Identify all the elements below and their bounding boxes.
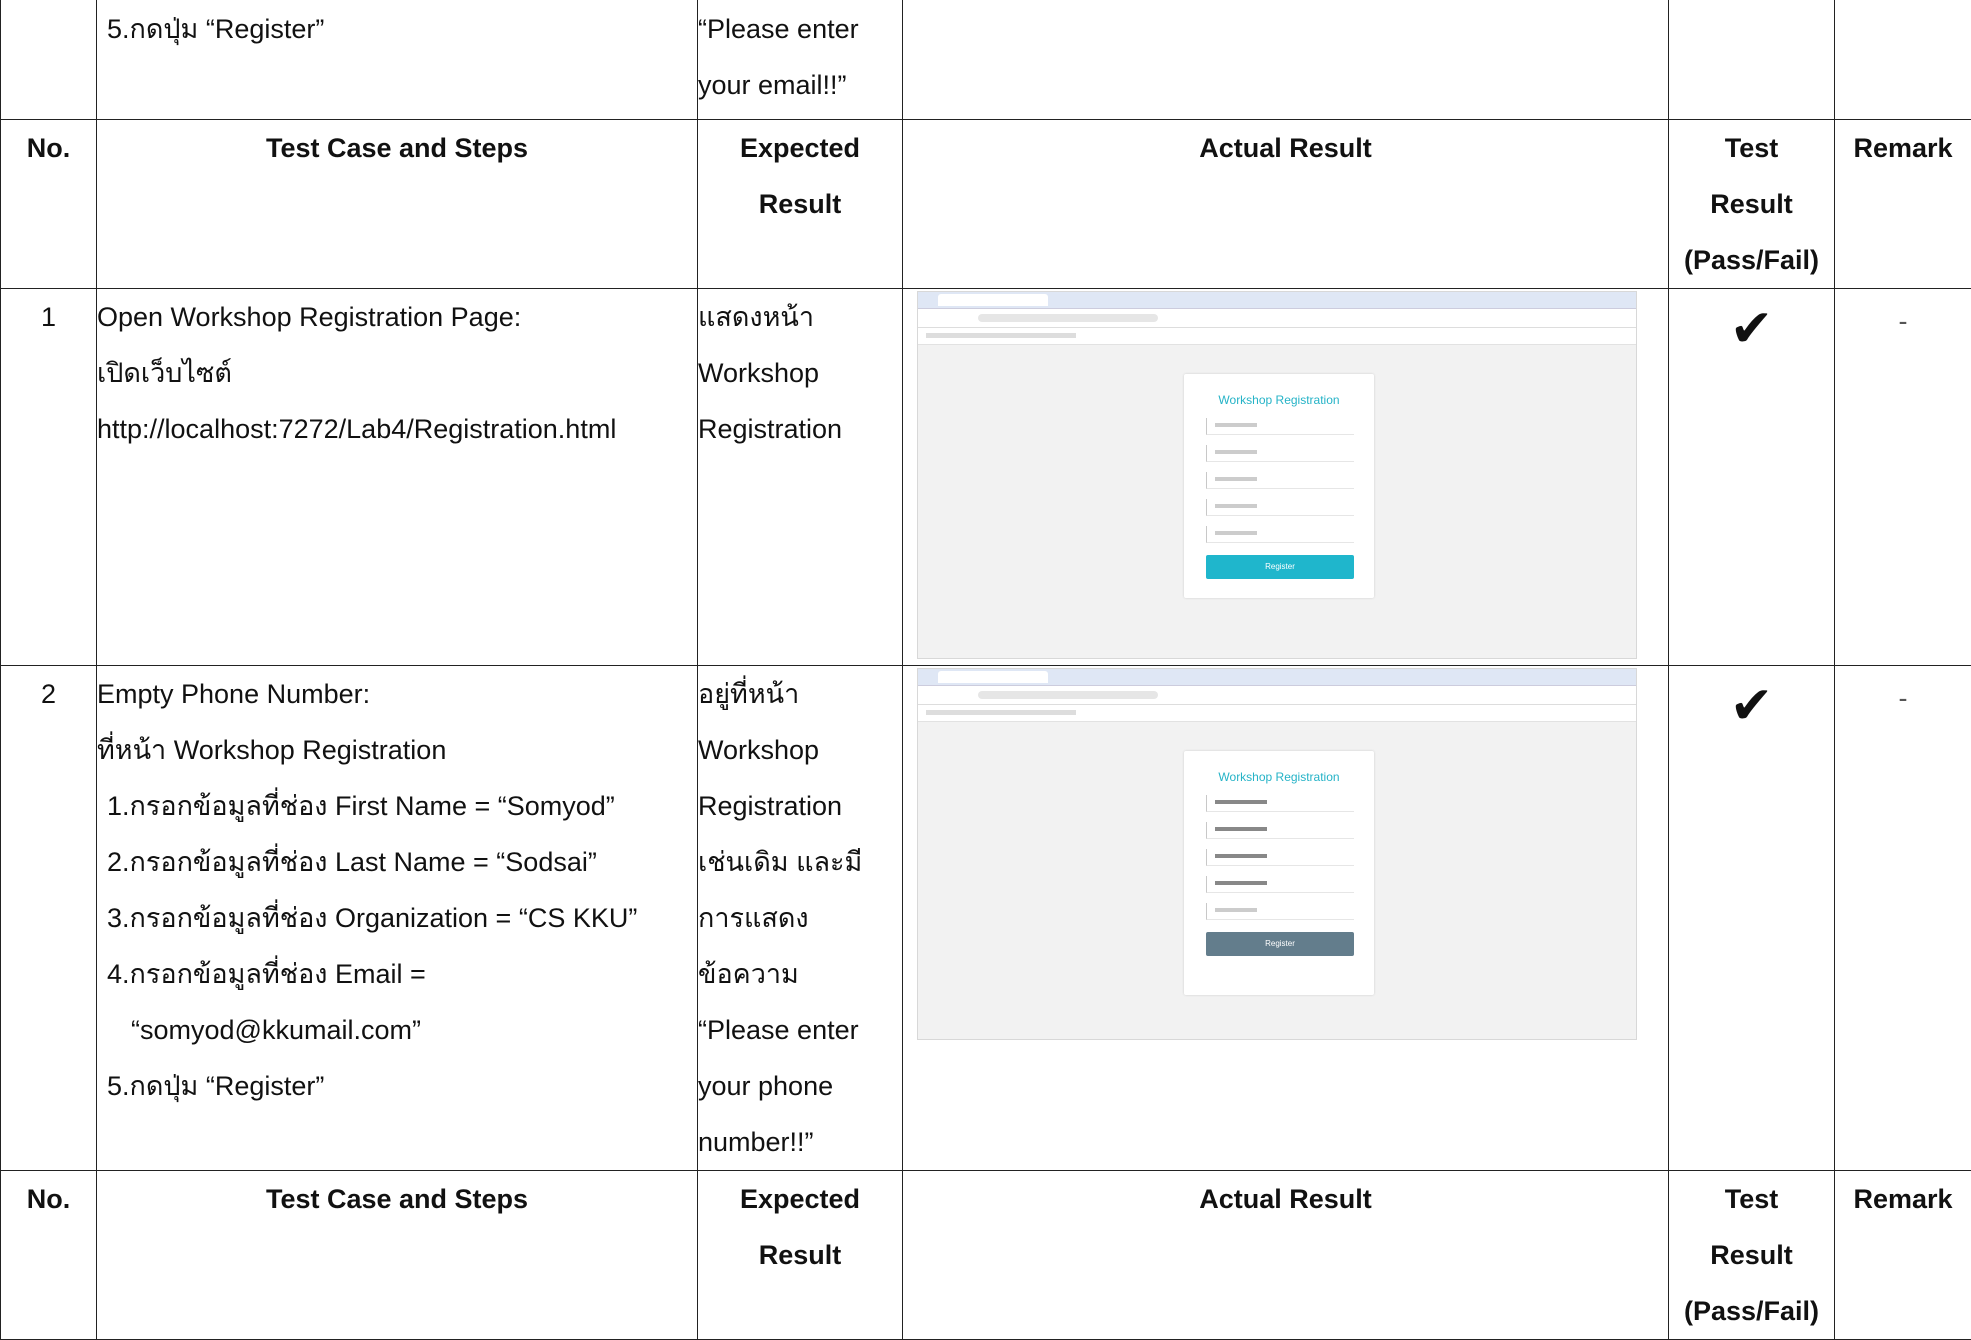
header-test-result: Test — [1669, 120, 1834, 176]
form-field — [1206, 526, 1354, 543]
expected-line: ข้อความ — [698, 946, 902, 1002]
header-test-result: Result — [1669, 176, 1834, 232]
header-no: No. — [1, 120, 96, 176]
case-number: 1 — [1, 289, 96, 345]
expected-line: your email!!” — [698, 57, 902, 113]
checkmark-icon: ✔ — [1669, 674, 1834, 738]
header-test-result: (Pass/Fail) — [1669, 232, 1834, 288]
expected-line: เช่นเดิม และมี — [698, 834, 902, 890]
browser-tab — [938, 294, 1048, 306]
header-test-case: Test Case and Steps — [97, 1171, 697, 1227]
test-step: “somyod@kkumail.com” — [97, 1002, 697, 1058]
test-case-table: 5.กดปุ่ม “Register” “Please enter your e… — [0, 0, 1971, 1340]
table-row: 5.กดปุ่ม “Register” “Please enter your e… — [1, 0, 1971, 120]
case-title: Empty Phone Number: — [97, 666, 697, 722]
case-line: เปิดเว็บไซต์ — [97, 345, 697, 401]
checkmark-icon: ✔ — [1669, 297, 1834, 361]
header-expected: Expected — [698, 120, 902, 176]
case-url: http://localhost:7272/Lab4/Registration.… — [97, 401, 697, 457]
form-field — [1206, 472, 1354, 489]
header-test-result: Test — [1669, 1171, 1834, 1227]
expected-line: Workshop — [698, 345, 902, 401]
case-number: 2 — [1, 666, 96, 722]
error-message — [1224, 968, 1364, 978]
expected-line: การแสดง — [698, 890, 902, 946]
form-field — [1206, 445, 1354, 462]
form-field — [1206, 499, 1354, 516]
form-field — [1206, 822, 1354, 839]
register-button: Register — [1206, 932, 1354, 956]
actual-result-screenshot: Workshop Registration Register — [917, 291, 1637, 659]
test-step: 3.กรอกข้อมูลที่ช่อง Organization = “CS K… — [97, 890, 697, 946]
expected-line: Workshop — [698, 722, 902, 778]
form-field — [1206, 849, 1354, 866]
header-actual: Actual Result — [903, 1171, 1668, 1227]
test-step: 5.กดปุ่ม “Register” — [97, 1058, 697, 1114]
expected-line: Registration — [698, 778, 902, 834]
table-row: 2 Empty Phone Number: ที่หน้า Workshop R… — [1, 666, 1971, 1171]
expected-line: Registration — [698, 401, 902, 457]
expected-line: “Please enter — [698, 1, 902, 57]
table-header-row: No. Test Case and Steps Expected Result … — [1, 1171, 1971, 1340]
address-bar — [978, 691, 1158, 699]
test-step: 1.กรอกข้อมูลที่ช่อง First Name = “Somyod… — [97, 778, 697, 834]
header-test-result: Result — [1669, 1227, 1834, 1283]
header-actual: Actual Result — [903, 120, 1668, 176]
form-title: Workshop Registration — [1184, 392, 1374, 408]
registration-form: Workshop Registration Register — [1184, 751, 1374, 995]
header-test-result: (Pass/Fail) — [1669, 1283, 1834, 1339]
register-button: Register — [1206, 555, 1354, 579]
case-intro: ที่หน้า Workshop Registration — [97, 722, 697, 778]
header-expected: Expected — [698, 1171, 902, 1227]
registration-form: Workshop Registration Register — [1184, 374, 1374, 598]
expected-line: number!!” — [698, 1114, 902, 1170]
expected-line: “Please enter — [698, 1002, 902, 1058]
test-step: 4.กรอกข้อมูลที่ช่อง Email = — [97, 946, 697, 1002]
remark-text: - — [1835, 293, 1971, 349]
test-step: 2.กรอกข้อมูลที่ช่อง Last Name = “Sodsai” — [97, 834, 697, 890]
actual-result-screenshot: Workshop Registration Register — [917, 668, 1637, 1040]
expected-line: แสดงหน้า — [698, 289, 902, 345]
test-step: 5.กดปุ่ม “Register” — [97, 1, 697, 57]
header-test-case: Test Case and Steps — [97, 120, 697, 176]
remark-text: - — [1835, 670, 1971, 726]
expected-line: your phone — [698, 1058, 902, 1114]
form-field — [1206, 418, 1354, 435]
case-line: Open Workshop Registration Page: — [97, 289, 697, 345]
form-title: Workshop Registration — [1184, 769, 1374, 785]
header-no: No. — [1, 1171, 96, 1227]
form-field — [1206, 795, 1354, 812]
header-remark: Remark — [1835, 120, 1971, 176]
table-row: 1 Open Workshop Registration Page: เปิดเ… — [1, 289, 1971, 666]
header-expected: Result — [698, 176, 902, 232]
header-expected: Result — [698, 1227, 902, 1283]
form-field — [1206, 876, 1354, 893]
form-field — [1206, 903, 1354, 920]
header-remark: Remark — [1835, 1171, 1971, 1227]
browser-tab — [938, 671, 1048, 683]
expected-line: อยู่ที่หน้า — [698, 666, 902, 722]
address-bar — [978, 314, 1158, 322]
table-header-row: No. Test Case and Steps Expected Result … — [1, 120, 1971, 289]
